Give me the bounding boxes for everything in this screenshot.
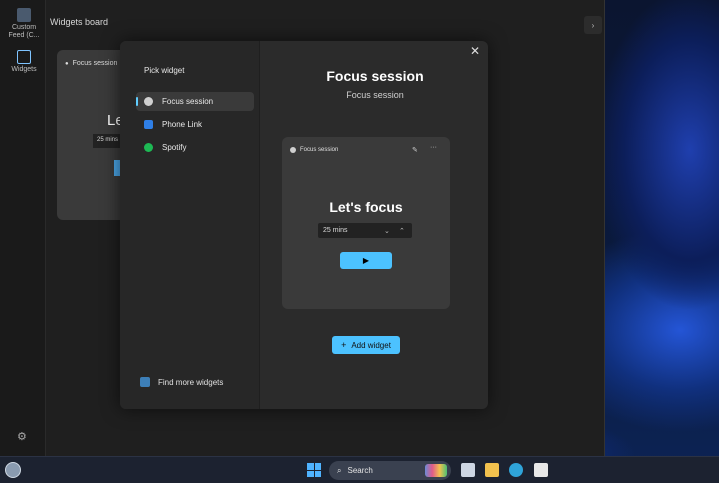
task-view-icon[interactable] — [461, 463, 475, 477]
taskbar: ⌕ Search — [0, 456, 719, 483]
add-widget-button[interactable]: + Add widget — [332, 336, 400, 354]
more-icon: ··· — [430, 144, 437, 151]
chevron-right-icon: › — [591, 20, 595, 30]
duration-value: 25 mins — [323, 227, 348, 234]
settings-gear-icon[interactable]: ⚙ — [17, 430, 27, 443]
start-button[interactable] — [307, 463, 321, 477]
rail-item-widgets[interactable]: Widgets — [4, 50, 44, 74]
pick-widget-title: Pick widget — [144, 66, 185, 75]
rail-item-custom-feed[interactable]: Custom Feed (C... — [4, 8, 44, 40]
taskbar-search[interactable]: ⌕ Search — [329, 461, 451, 480]
plus-icon: + — [341, 340, 347, 350]
pin-icon: ✎ — [412, 147, 418, 154]
widget-item-label: Spotify — [162, 143, 187, 152]
search-placeholder: Search — [347, 466, 373, 475]
preview-header: Focus session — [290, 147, 338, 153]
widget-item-label: Focus session — [162, 97, 214, 106]
dialog-subtitle: Focus session — [346, 90, 404, 100]
widget-preview: Focus session ✎ ··· Let's focus 25 mins … — [282, 137, 450, 309]
start-focus-button: ▶ — [340, 252, 392, 269]
chevron-up-icon: ⌃ — [399, 227, 405, 235]
widget-item-phone-link[interactable]: Phone Link — [136, 115, 254, 134]
spotify-icon — [144, 143, 153, 152]
store-icon — [140, 377, 150, 387]
widget-item-focus-session[interactable]: Focus session — [136, 92, 254, 111]
board-title: Widgets board — [50, 17, 109, 27]
play-icon: ▶ — [362, 256, 370, 265]
board-expand-button[interactable]: › — [584, 16, 602, 34]
close-icon: ✕ — [470, 44, 481, 58]
edge-icon[interactable] — [509, 463, 523, 477]
dialog-title: Focus session — [326, 68, 424, 84]
chevron-down-icon: ⌄ — [384, 227, 390, 235]
widget-list-pane: Pick widget Focus session Phone Link Spo… — [120, 41, 260, 409]
rail-item-label: Widgets — [11, 66, 37, 73]
preview-heading: Let's focus — [329, 199, 403, 215]
widgets-left-rail: Custom Feed (C... Widgets — [0, 0, 46, 456]
focus-session-icon — [290, 147, 296, 153]
add-widget-label: Add widget — [351, 340, 391, 350]
widgets-icon — [17, 50, 31, 64]
windows-logo-icon — [307, 463, 314, 470]
file-explorer-icon[interactable] — [485, 463, 499, 477]
focus-session-icon — [144, 97, 153, 106]
close-button[interactable]: ✕ — [470, 44, 480, 58]
feed-icon — [17, 8, 31, 22]
phone-link-icon — [144, 120, 153, 129]
widget-header: Focus session — [65, 60, 118, 67]
find-more-label: Find more widgets — [158, 377, 224, 387]
widget-item-label: Phone Link — [162, 120, 203, 129]
find-more-widgets-link[interactable]: Find more widgets — [140, 377, 223, 387]
rail-item-label: Custom Feed (C... — [8, 24, 40, 39]
weather-icon[interactable] — [5, 462, 21, 478]
duration-selector: 25 mins ⌄ ⌃ — [318, 223, 412, 238]
pick-widget-dialog: Pick widget Focus session Phone Link Spo… — [120, 41, 488, 409]
store-icon[interactable] — [534, 463, 548, 477]
search-icon: ⌕ — [337, 465, 342, 475]
widget-item-spotify[interactable]: Spotify — [136, 138, 254, 157]
background-focus-widget: Focus session Le 25 mins — [57, 50, 129, 220]
search-highlight-icon — [425, 464, 447, 477]
preview-header-label: Focus session — [300, 147, 339, 153]
